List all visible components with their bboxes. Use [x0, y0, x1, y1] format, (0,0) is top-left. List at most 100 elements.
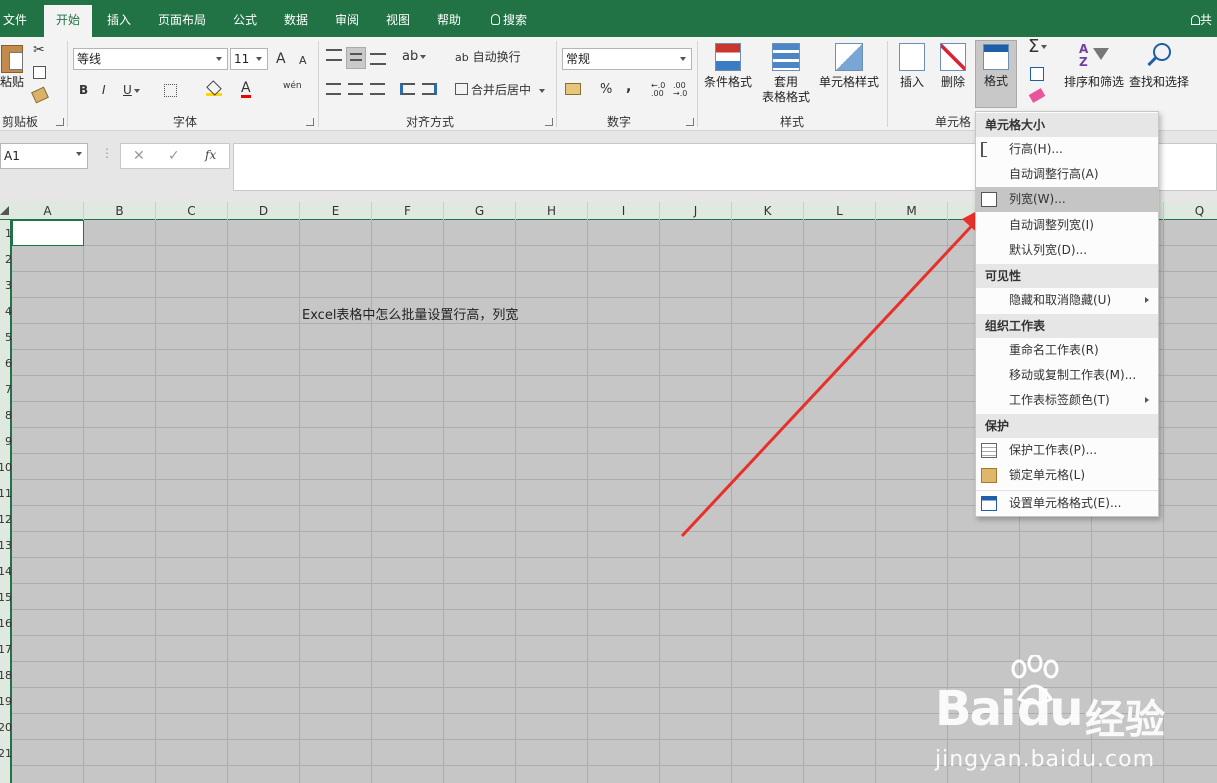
menu-protect-sheet[interactable]: 保护工作表(P)...: [976, 438, 1158, 463]
increase-indent-icon[interactable]: [422, 83, 437, 95]
select-all-corner[interactable]: [0, 206, 9, 215]
fill-down-icon[interactable]: [1030, 67, 1044, 81]
percent-button[interactable]: %: [600, 82, 612, 98]
phonetic-button[interactable]: wén: [283, 81, 302, 91]
insert-cells-button[interactable]: 插入: [893, 43, 931, 90]
font-color-button[interactable]: A: [241, 81, 251, 98]
cancel-x-icon[interactable]: ✕: [133, 148, 145, 164]
format-painter-icon[interactable]: [31, 86, 49, 104]
shrink-font-button[interactable]: A: [299, 53, 307, 69]
row-header-17[interactable]: 17: [0, 643, 12, 656]
column-header-i[interactable]: I: [588, 202, 660, 220]
find-select-button[interactable]: 查找和选择: [1127, 43, 1191, 90]
tab-review[interactable]: 审阅: [328, 0, 366, 37]
row-header-10[interactable]: 10: [0, 461, 12, 474]
tab-data[interactable]: 数据: [277, 0, 315, 37]
conditional-formatting-button[interactable]: 条件格式: [702, 43, 754, 90]
underline-button[interactable]: U: [123, 82, 140, 98]
tab-formulas[interactable]: 公式: [226, 0, 264, 37]
row-header-7[interactable]: 7: [0, 383, 12, 396]
align-center-icon[interactable]: [348, 83, 363, 95]
sort-filter-button[interactable]: AZ 排序和筛选: [1062, 43, 1126, 90]
font-size-select[interactable]: 11: [230, 48, 268, 70]
menu-autofit-row[interactable]: 自动调整行高(A): [976, 162, 1158, 187]
alignment-launcher-icon[interactable]: [545, 118, 553, 126]
column-header-q[interactable]: Q: [1164, 202, 1217, 220]
tab-insert[interactable]: 插入: [100, 0, 138, 37]
tab-help[interactable]: 帮助: [430, 0, 468, 37]
decrease-decimal-button[interactable]: .00 →.0: [673, 82, 691, 98]
cell-styles-button[interactable]: 单元格样式: [818, 43, 880, 90]
accounting-format-icon[interactable]: [565, 83, 581, 95]
increase-decimal-button[interactable]: ←.0 .00: [651, 82, 669, 98]
menu-tab-color[interactable]: 工作表标签颜色(T): [976, 388, 1158, 413]
merge-center-button[interactable]: 合并后居中: [455, 82, 546, 98]
delete-cells-button[interactable]: 删除: [934, 43, 972, 90]
row-header-20[interactable]: 20: [0, 721, 12, 734]
tab-search[interactable]: 搜索: [484, 0, 534, 37]
row-header-12[interactable]: 12: [0, 513, 12, 526]
format-as-table-button[interactable]: 套用 表格格式: [755, 43, 817, 105]
cell-e4-text[interactable]: Excel表格中怎么批量设置行高，列宽: [302, 304, 518, 323]
column-header-a[interactable]: A: [12, 202, 84, 220]
column-header-f[interactable]: F: [372, 202, 444, 220]
row-header-14[interactable]: 14: [0, 565, 12, 578]
font-name-select[interactable]: 等线: [73, 48, 228, 70]
menu-rename-sheet[interactable]: 重命名工作表(R): [976, 338, 1158, 363]
row-header-18[interactable]: 18: [0, 669, 12, 682]
column-header-d[interactable]: D: [228, 202, 300, 220]
menu-move-copy-sheet[interactable]: 移动或复制工作表(M)...: [976, 363, 1158, 388]
row-header-9[interactable]: 9: [0, 435, 12, 448]
number-format-select[interactable]: 常规: [562, 48, 692, 70]
clear-eraser-icon[interactable]: [1028, 88, 1046, 103]
paste-button[interactable]: 粘贴: [0, 45, 24, 90]
insert-function-button[interactable]: fx: [205, 148, 216, 162]
column-header-b[interactable]: B: [84, 202, 156, 220]
share-button[interactable]: 共: [1186, 0, 1217, 37]
row-header-2[interactable]: 2: [0, 253, 12, 266]
row-header-1[interactable]: 1: [0, 227, 12, 240]
font-launcher-icon[interactable]: [306, 118, 314, 126]
cut-icon[interactable]: ✂: [33, 43, 47, 57]
enter-check-icon[interactable]: ✓: [168, 148, 180, 164]
name-box[interactable]: A1: [0, 143, 88, 169]
tab-file[interactable]: 文件: [0, 0, 30, 37]
comma-button[interactable]: ,: [626, 79, 631, 95]
row-header-13[interactable]: 13: [0, 539, 12, 552]
format-cells-button[interactable]: 格式: [975, 40, 1017, 108]
grow-font-button[interactable]: A: [276, 51, 286, 67]
tab-home[interactable]: 开始: [44, 5, 92, 37]
column-header-h[interactable]: H: [516, 202, 588, 220]
decrease-indent-icon[interactable]: [400, 83, 415, 95]
copy-icon[interactable]: [33, 66, 46, 79]
menu-default-width[interactable]: 默认列宽(D)...: [976, 238, 1158, 263]
menu-column-width[interactable]: 列宽(W)...: [976, 187, 1158, 212]
align-middle-icon[interactable]: [346, 47, 366, 69]
menu-row-height[interactable]: 行高(H)...: [976, 137, 1158, 162]
row-header-21[interactable]: 21: [0, 747, 12, 760]
column-header-c[interactable]: C: [156, 202, 228, 220]
column-header-e[interactable]: E: [300, 202, 372, 220]
align-right-icon[interactable]: [370, 83, 385, 95]
tab-view[interactable]: 视图: [379, 0, 417, 37]
menu-hide-unhide[interactable]: 隐藏和取消隐藏(U): [976, 288, 1158, 313]
bold-button[interactable]: B: [79, 82, 88, 98]
clipboard-launcher-icon[interactable]: [56, 118, 64, 126]
wrap-text-button[interactable]: ab 自动换行: [455, 49, 521, 66]
border-icon[interactable]: [164, 84, 177, 97]
active-cell-a1[interactable]: [12, 220, 84, 246]
tab-page-layout[interactable]: 页面布局: [150, 0, 214, 37]
fill-color-icon[interactable]: [206, 80, 222, 98]
orientation-icon[interactable]: ab: [402, 49, 427, 65]
row-header-15[interactable]: 15: [0, 591, 12, 604]
row-header-19[interactable]: 19: [0, 695, 12, 708]
row-header-16[interactable]: 16: [0, 617, 12, 630]
row-header-11[interactable]: 11: [0, 487, 12, 500]
row-header-5[interactable]: 5: [0, 331, 12, 344]
menu-format-cells[interactable]: 设置单元格格式(E)...: [976, 490, 1158, 515]
italic-button[interactable]: I: [102, 82, 106, 98]
autosum-button[interactable]: Σ: [1028, 38, 1048, 56]
row-header-6[interactable]: 6: [0, 357, 12, 370]
align-left-icon[interactable]: [326, 83, 341, 95]
align-bottom-icon[interactable]: [370, 53, 386, 65]
